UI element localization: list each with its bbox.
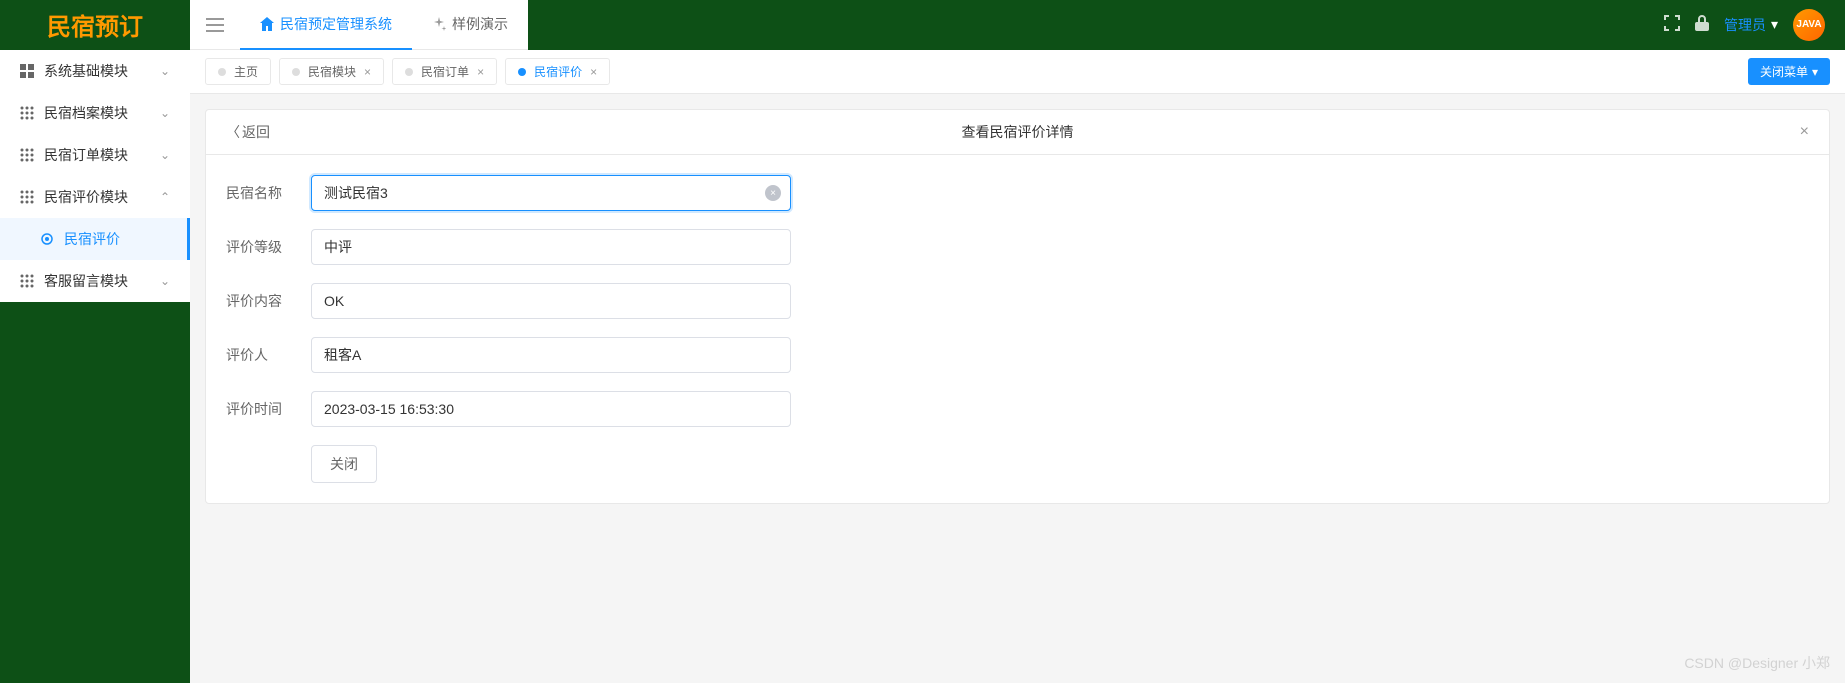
grid-icon [20,274,34,288]
page-tab-review[interactable]: 民宿评价 × [505,58,610,85]
form-label: 民宿名称 [226,183,311,203]
page-tab-label: 主页 [234,63,258,80]
form-row-name: 民宿名称 × [226,175,1809,211]
review-level-input[interactable] [311,229,791,265]
sidebar-subitem-review[interactable]: 民宿评价 [0,218,190,260]
sidebar-item-label: 客服留言模块 [44,271,150,291]
sidebar-empty-area [0,302,190,683]
form-row-level: 评价等级 [226,229,1809,265]
header: 民宿预订 民宿预定管理系统 样例演示 管理员 ▾ JAV [0,0,1845,50]
header-right: 管理员 ▾ JAVA [528,0,1845,50]
top-tab-label: 民宿预定管理系统 [280,14,392,34]
close-icon[interactable]: × [477,65,484,79]
chevron-down-icon: ⌄ [160,64,170,78]
back-button[interactable]: 〈 返回 [226,122,270,142]
form-label: 评价内容 [226,291,311,311]
tab-indicator-icon [218,68,226,76]
top-tab-system[interactable]: 民宿预定管理系统 [240,0,412,50]
detail-panel: 〈 返回 查看民宿评价详情 × 民宿名称 × [205,109,1830,504]
chevron-down-icon: ⌄ [160,148,170,162]
homestay-name-input[interactable] [311,175,791,211]
logo-text: 民宿预订 [47,7,143,42]
top-tab-demo[interactable]: 样例演示 [412,0,528,50]
sidebar: 系统基础模块 ⌄ 民宿档案模块 ⌄ 民宿订单模块 ⌄ [0,50,190,302]
sidebar-item-review[interactable]: 民宿评价模块 ⌃ [0,176,190,218]
logo-area: 民宿预订 [0,0,190,50]
page-tab-order[interactable]: 民宿订单 × [392,58,497,85]
tab-indicator-icon [405,68,413,76]
form-label: 评价人 [226,345,311,365]
form-label: 评价时间 [226,399,311,419]
close-menu-label: 关闭菜单 [1760,63,1808,80]
menu-toggle-button[interactable] [190,0,240,50]
home-icon [260,17,274,31]
top-tabs: 民宿预定管理系统 样例演示 [240,0,528,50]
form-row-reviewer: 评价人 [226,337,1809,373]
back-label: 返回 [242,122,270,142]
panel-close-button[interactable]: × [1800,123,1809,141]
sidebar-item-label: 民宿评价模块 [44,187,150,207]
form-row-content: 评价内容 [226,283,1809,319]
page-tab-label: 民宿评价 [534,63,582,80]
close-icon[interactable]: × [590,65,597,79]
sidebar-item-label: 系统基础模块 [44,61,150,81]
target-icon [40,232,54,246]
page-tab-module[interactable]: 民宿模块 × [279,58,384,85]
fullscreen-button[interactable] [1664,15,1680,34]
page-tabs-bar: 主页 民宿模块 × 民宿订单 × 民宿评价 × 关 [190,50,1845,94]
tab-indicator-icon [518,68,526,76]
sidebar-item-archive[interactable]: 民宿档案模块 ⌄ [0,92,190,134]
sidebar-item-system-base[interactable]: 系统基础模块 ⌄ [0,50,190,92]
hamburger-icon [206,18,224,32]
close-icon[interactable]: × [364,65,371,79]
panel-title: 查看民宿评价详情 [962,122,1074,142]
close-button[interactable]: 关闭 [311,445,377,483]
lock-button[interactable] [1695,15,1709,34]
clear-button[interactable]: × [765,185,781,201]
grid-icon [20,190,34,204]
review-content-input[interactable] [311,283,791,319]
admin-label[interactable]: 管理员 [1724,15,1766,35]
dashboard-icon [20,64,34,78]
tab-indicator-icon [292,68,300,76]
grid-icon [20,106,34,120]
detail-form: 民宿名称 × 评价等级 评价内容 [206,155,1829,503]
lock-icon [1695,15,1709,31]
avatar-text: JAVA [1796,19,1821,30]
sidebar-item-label: 民宿档案模块 [44,103,150,123]
reviewer-input[interactable] [311,337,791,373]
panel-header: 〈 返回 查看民宿评价详情 × [206,110,1829,155]
review-time-input[interactable] [311,391,791,427]
sidebar-item-order[interactable]: 民宿订单模块 ⌄ [0,134,190,176]
page-tab-label: 民宿订单 [421,63,469,80]
page-tab-home[interactable]: 主页 [205,58,271,85]
form-row-time: 评价时间 [226,391,1809,427]
chevron-down-icon: ⌄ [160,274,170,288]
grid-icon [20,148,34,162]
avatar[interactable]: JAVA [1793,9,1825,41]
admin-dropdown-arrow[interactable]: ▾ [1771,16,1778,33]
sidebar-subitem-label: 民宿评价 [64,229,120,249]
close-icon: × [770,188,776,199]
close-menu-button[interactable]: 关闭菜单 ▾ [1748,58,1830,85]
watermark: CSDN @Designer 小郑 [1684,653,1830,673]
page-tab-label: 民宿模块 [308,63,356,80]
chevron-left-icon: 〈 [226,122,240,142]
sparkle-icon [432,17,446,31]
fullscreen-icon [1664,15,1680,31]
chevron-up-icon: ⌃ [160,190,170,204]
sidebar-item-message[interactable]: 客服留言模块 ⌄ [0,260,190,302]
sidebar-item-label: 民宿订单模块 [44,145,150,165]
form-label: 评价等级 [226,237,311,257]
chevron-down-icon: ⌄ [160,106,170,120]
chevron-down-icon: ▾ [1812,65,1818,79]
top-tab-label: 样例演示 [452,14,508,34]
